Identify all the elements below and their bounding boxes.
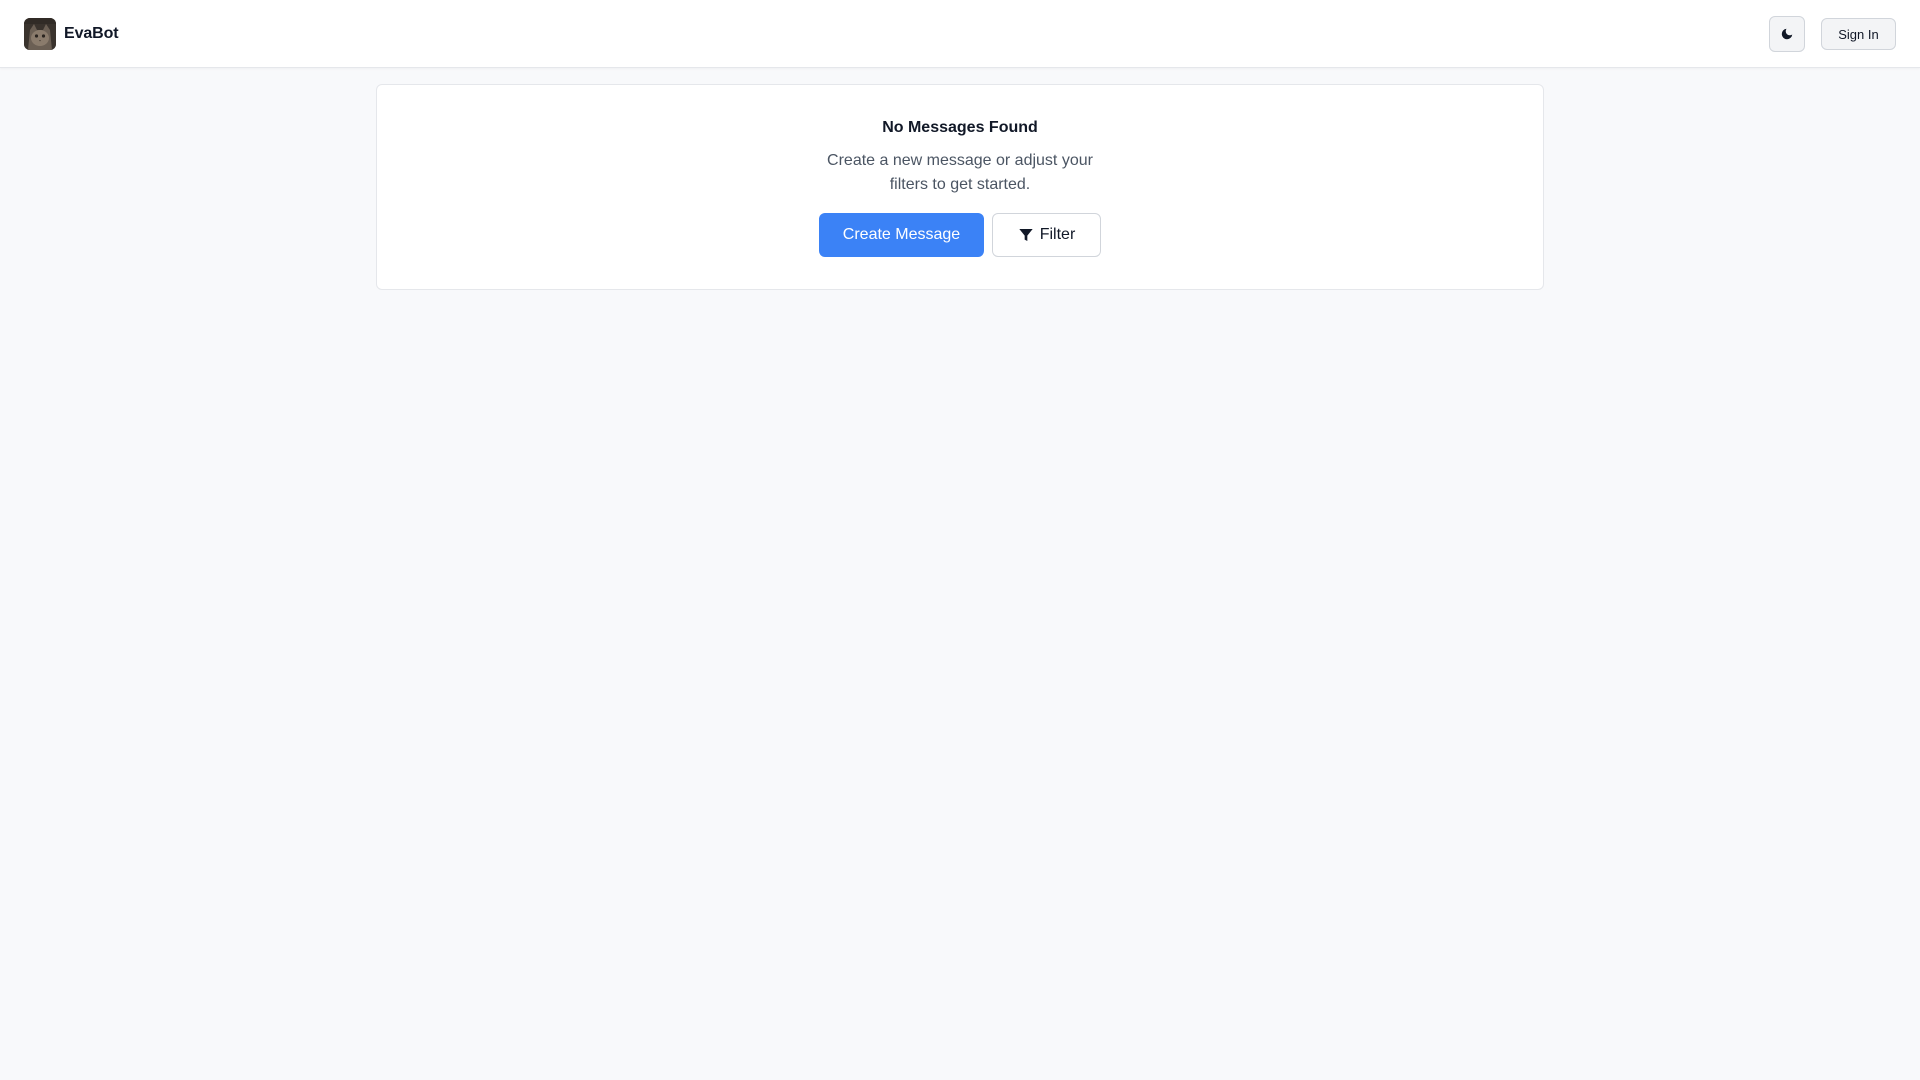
- empty-state-card: No Messages Found Create a new message o…: [376, 84, 1544, 290]
- filter-label: Filter: [1039, 226, 1076, 243]
- empty-state-actions: Create Message Filter: [377, 213, 1543, 257]
- sign-in-button[interactable]: Sign In: [1821, 18, 1896, 50]
- funnel-icon: [1018, 227, 1034, 243]
- empty-state-description: Create a new message or adjust your filt…: [827, 152, 1093, 193]
- moon-icon: [1780, 27, 1794, 41]
- filter-button[interactable]: Filter: [992, 213, 1101, 257]
- app-name: EvaBot: [64, 25, 119, 42]
- empty-state-title: No Messages Found: [882, 119, 1038, 136]
- brand[interactable]: EvaBot: [24, 18, 119, 50]
- top-navbar: EvaBot Sign In: [0, 0, 1920, 68]
- cat-avatar-icon: [24, 18, 56, 50]
- theme-toggle-button[interactable]: [1769, 16, 1805, 52]
- create-message-button[interactable]: Create Message: [819, 213, 984, 257]
